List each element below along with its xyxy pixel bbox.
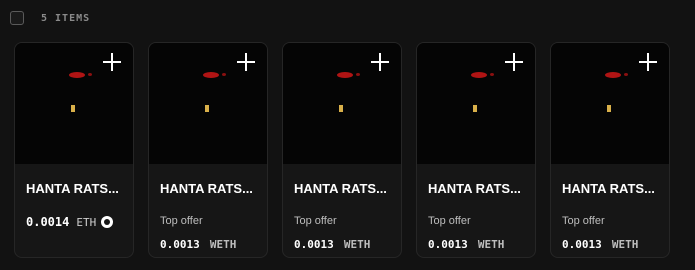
listing-price: 0.0014 ETH [26, 215, 114, 229]
artwork-tag [607, 105, 611, 112]
nft-name: HANTA RATS... [428, 181, 521, 196]
top-offer-price: 0.0013 WETH [160, 233, 236, 252]
offer-currency: WETH [209, 238, 237, 251]
offer-currency: WETH [611, 238, 639, 251]
selection-bar: 5 ITEMS [10, 10, 90, 26]
artwork-eye-small [356, 73, 360, 76]
add-to-cart-icon[interactable] [503, 51, 525, 73]
top-offer-label: Top offer [294, 215, 337, 227]
add-to-cart-icon[interactable] [235, 51, 257, 73]
offer-amount: 0.0013 [160, 238, 200, 251]
nft-name: HANTA RATS... [26, 181, 119, 196]
price-currency: ETH [76, 215, 97, 229]
artwork-tag [339, 105, 343, 112]
select-all-checkbox[interactable] [10, 11, 24, 25]
offer-currency: WETH [477, 238, 505, 251]
offer-amount: 0.0013 [562, 238, 602, 251]
price-amount: 0.0014 [26, 215, 70, 229]
offer-amount: 0.0013 [294, 238, 334, 251]
artwork-eye [605, 72, 621, 78]
nft-name: HANTA RATS... [294, 181, 387, 196]
top-offer-price: 0.0013 WETH [294, 233, 370, 252]
artwork-eye-small [88, 73, 92, 76]
nft-card[interactable]: HANTA RATS... Top offer 0.0013 WETH [416, 42, 536, 258]
nft-name: HANTA RATS... [562, 181, 655, 196]
artwork-eye-small [490, 73, 494, 76]
nft-card[interactable]: HANTA RATS... Top offer 0.0013 WETH [148, 42, 268, 258]
add-to-cart-icon[interactable] [101, 51, 123, 73]
offer-amount: 0.0013 [428, 238, 468, 251]
top-offer-label: Top offer [562, 215, 605, 227]
nft-name: HANTA RATS... [160, 181, 253, 196]
nft-card[interactable]: HANTA RATS... Top offer 0.0013 WETH [550, 42, 670, 258]
artwork-tag [71, 105, 75, 112]
nft-card[interactable]: HANTA RATS... Top offer 0.0013 WETH [282, 42, 402, 258]
artwork-eye-small [624, 73, 628, 76]
artwork-tag [473, 105, 477, 112]
artwork-eye [203, 72, 219, 78]
eth-icon [101, 216, 114, 228]
add-to-cart-icon[interactable] [369, 51, 391, 73]
artwork-eye [471, 72, 487, 78]
top-offer-price: 0.0013 WETH [428, 233, 504, 252]
top-offer-label: Top offer [428, 215, 471, 227]
offer-currency: WETH [343, 238, 371, 251]
nft-card[interactable]: HANTA RATS... 0.0014 ETH [14, 42, 134, 258]
artwork-eye [69, 72, 85, 78]
top-offer-price: 0.0013 WETH [562, 233, 638, 252]
artwork-eye-small [222, 73, 226, 76]
top-offer-label: Top offer [160, 215, 203, 227]
artwork-eye [337, 72, 353, 78]
add-to-cart-icon[interactable] [637, 51, 659, 73]
item-count: 5 ITEMS [41, 12, 91, 24]
artwork-tag [205, 105, 209, 112]
